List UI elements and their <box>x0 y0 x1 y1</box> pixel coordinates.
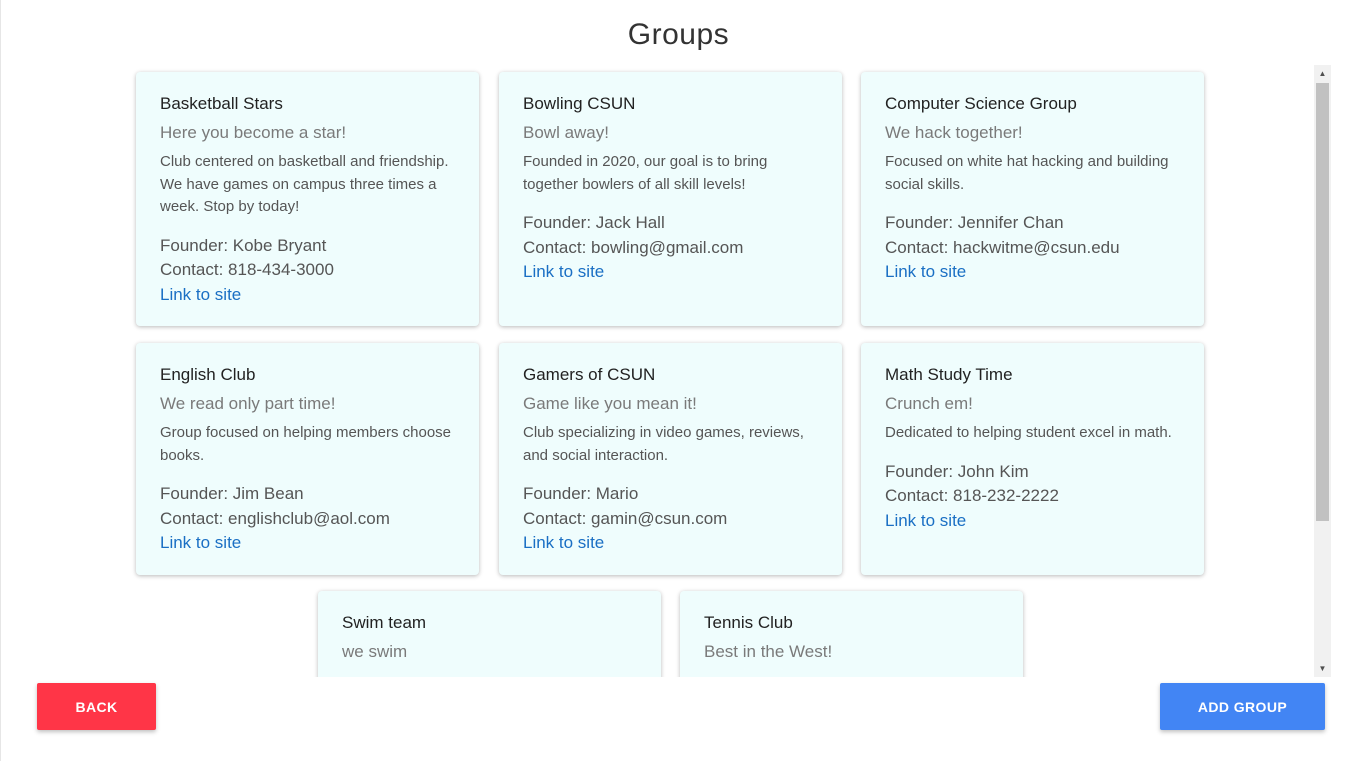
scroll-up-arrow-icon[interactable]: ▲ <box>1314 65 1331 82</box>
group-tagline: Game like you mean it! <box>523 394 697 413</box>
group-description: Club specializing in video games, review… <box>523 424 804 464</box>
scrollbar-thumb[interactable] <box>1316 83 1329 521</box>
group-founder: Founder: Jennifer Chan <box>885 213 1064 232</box>
group-contact: Contact: englishclub@aol.com <box>160 508 390 528</box>
group-contact: Contact: 818-434-3000 <box>160 260 334 279</box>
group-card-swim: Swim team we swim <box>318 591 661 677</box>
group-card-basketball: Basketball Stars Here you become a star!… <box>136 72 479 326</box>
group-site-link[interactable]: Link to site <box>160 283 241 308</box>
group-name: Tennis Club <box>704 613 793 632</box>
group-name: Basketball Stars <box>160 94 283 113</box>
group-site-link[interactable]: Link to site <box>885 260 966 285</box>
group-site-link[interactable]: Link to site <box>885 509 966 534</box>
group-card-tennis: Tennis Club Best in the West! <box>680 591 1023 677</box>
group-tagline: we swim <box>342 642 408 661</box>
group-name: Bowling CSUN <box>523 94 636 113</box>
group-tagline: Here you become a star! <box>160 123 347 142</box>
group-card-bowling: Bowling CSUN Bowl away! Founded in 2020,… <box>499 72 842 326</box>
groups-page: Groups Basketball Stars Here you become … <box>0 0 1355 761</box>
group-name: English Club <box>160 365 256 384</box>
page-title: Groups <box>627 18 730 51</box>
vertical-scrollbar[interactable]: ▲ ▼ <box>1314 65 1331 677</box>
group-name: Gamers of CSUN <box>523 365 656 384</box>
group-card-math: Math Study Time Crunch em! Dedicated to … <box>861 343 1204 575</box>
group-contact: Contact: gamin@csun.com <box>523 508 728 528</box>
back-button[interactable]: BACK <box>37 683 156 730</box>
group-contact: Contact: 818-232-2222 <box>885 486 1059 505</box>
group-site-link[interactable]: Link to site <box>523 260 604 285</box>
group-name: Math Study Time <box>885 365 1013 384</box>
group-contact: Contact: hackwitme@csun.edu <box>885 237 1120 257</box>
group-contact: Contact: bowling@gmail.com <box>523 237 744 257</box>
group-description: Club centered on basketball and friendsh… <box>160 153 449 215</box>
group-founder: Founder: Jack Hall <box>523 213 665 232</box>
group-founder: Founder: John Kim <box>885 461 1029 481</box>
group-tagline: Best in the West! <box>704 642 833 661</box>
group-card-gamers: Gamers of CSUN Game like you mean it! Cl… <box>499 343 842 575</box>
group-tagline: We read only part time! <box>160 394 336 413</box>
group-tagline: We hack together! <box>885 123 1023 142</box>
group-description: Focused on white hat hacking and buildin… <box>885 153 1169 193</box>
group-description: Dedicated to helping student excel in ma… <box>885 424 1172 441</box>
group-card-computer-science: Computer Science Group We hack together!… <box>861 72 1204 326</box>
group-card-english: English Club We read only part time! Gro… <box>136 343 479 575</box>
group-founder: Founder: Jim Bean <box>160 484 304 503</box>
group-site-link[interactable]: Link to site <box>523 531 604 556</box>
group-description: Founded in 2020, our goal is to bring to… <box>523 153 768 193</box>
groups-list[interactable]: Basketball Stars Here you become a star!… <box>1 64 1332 677</box>
group-description: Group focused on helping members choose … <box>160 424 452 464</box>
group-founder: Founder: Mario <box>523 484 639 503</box>
group-founder: Founder: Kobe Bryant <box>160 235 327 255</box>
group-site-link[interactable]: Link to site <box>160 531 241 556</box>
scroll-down-arrow-icon[interactable]: ▼ <box>1314 660 1331 677</box>
group-name: Computer Science Group <box>885 94 1077 113</box>
group-tagline: Crunch em! <box>885 394 973 413</box>
add-group-button[interactable]: ADD GROUP <box>1160 683 1325 730</box>
group-tagline: Bowl away! <box>523 123 609 142</box>
group-name: Swim team <box>342 613 427 632</box>
